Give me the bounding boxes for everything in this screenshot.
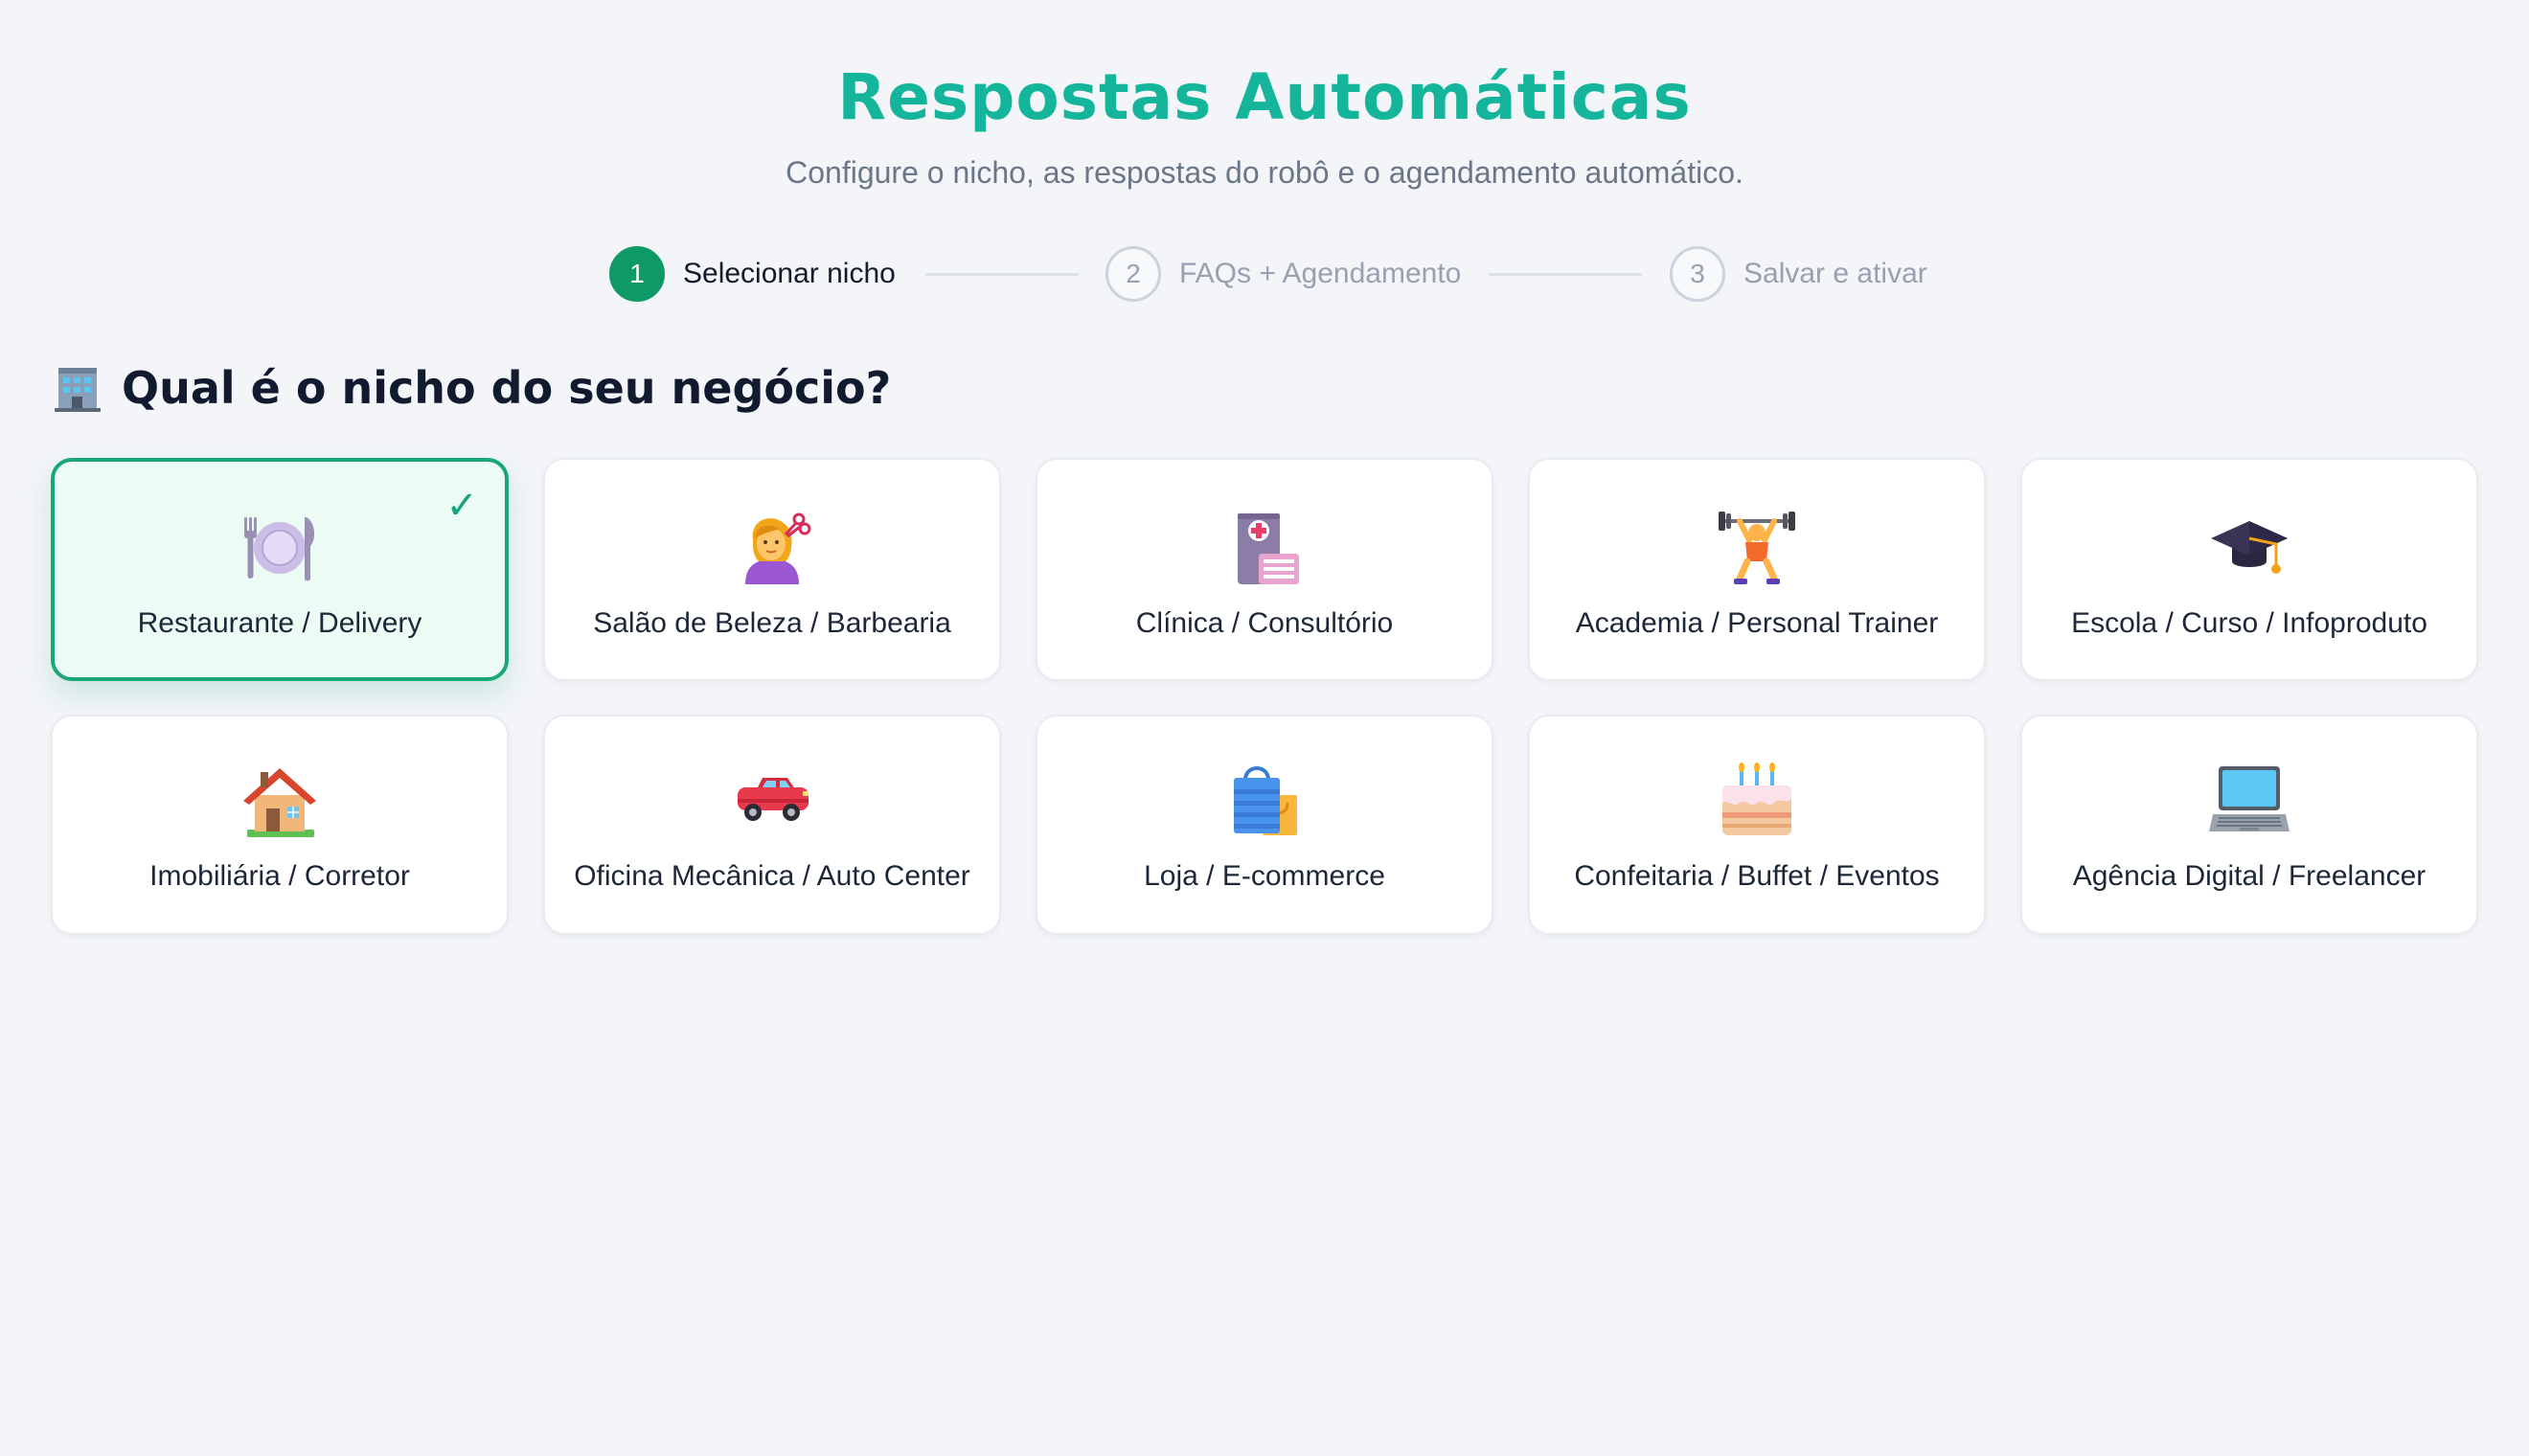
selected-check-icon: ✓ (445, 485, 478, 527)
haircut-icon (745, 512, 811, 584)
niche-card-imobiliaria[interactable]: Imobiliária / Corretor (51, 715, 509, 935)
page-subtitle: Configure o nicho, as respostas do robô … (786, 155, 1743, 190)
plate-cutlery-icon (244, 517, 315, 581)
step-connector-2 (1489, 273, 1642, 276)
niche-label: Restaurante / Delivery (137, 607, 422, 639)
section-title: Qual é o nicho do seu negócio? (53, 362, 891, 414)
car-icon (738, 778, 809, 821)
weightlifter-icon (1719, 512, 1795, 584)
niche-card-escola[interactable]: Escola / Curso / Infoproduto (2020, 458, 2478, 681)
step-label-save-activate: Salvar e ativar (1743, 258, 1927, 289)
niche-label: Salão de Beleza / Barbearia (593, 607, 951, 639)
niche-card-restaurante[interactable]: ✓ Restaurante / Delivery (51, 458, 509, 681)
step-number-2: 2 (1105, 246, 1161, 302)
niche-card-salao[interactable]: Salão de Beleza / Barbearia (543, 458, 1001, 681)
step-faqs-scheduling[interactable]: 2 FAQs + Agendamento (1105, 243, 1461, 305)
step-number-3: 3 (1670, 246, 1725, 302)
step-label-select-niche: Selecionar nicho (683, 258, 896, 289)
niche-label: Clínica / Consultório (1135, 607, 1394, 639)
niche-label: Academia / Personal Trainer (1575, 607, 1939, 639)
laptop-icon (2209, 766, 2290, 831)
step-number-1: 1 (609, 246, 665, 302)
office-building-icon (55, 368, 101, 412)
niche-card-agencia[interactable]: Agência Digital / Freelancer (2020, 715, 2478, 935)
niche-card-academia[interactable]: Academia / Personal Trainer (1528, 458, 1986, 681)
niche-label: Oficina Mecânica / Auto Center (574, 860, 970, 892)
niche-card-clinica[interactable]: Clínica / Consultório (1036, 458, 1493, 681)
step-select-niche[interactable]: 1 Selecionar nicho (609, 243, 896, 305)
page-title: Respostas Automáticas (837, 60, 1692, 134)
niche-grid: ✓ Restaurante / Delivery Salão de Beleza… (51, 458, 2479, 935)
step-save-activate[interactable]: 3 Salvar e ativar (1670, 243, 1927, 305)
niche-label: Imobiliária / Corretor (149, 860, 410, 892)
step-label-faqs-scheduling: FAQs + Agendamento (1179, 258, 1462, 289)
house-icon (243, 768, 316, 837)
graduation-cap-icon (2211, 521, 2288, 574)
section-title-text: Qual é o nicho do seu negócio? (122, 362, 892, 414)
niche-label: Confeitaria / Buffet / Eventos (1574, 860, 1940, 892)
niche-label: Escola / Curso / Infoproduto (2071, 607, 2427, 639)
page-header: Respostas Automáticas Configure o nicho,… (0, 59, 2529, 192)
niche-card-loja[interactable]: Loja / E-commerce (1036, 715, 1493, 935)
stepper: 1 Selecionar nicho 2 FAQs + Agendamento … (0, 243, 2529, 305)
niche-card-confeitaria[interactable]: Confeitaria / Buffet / Eventos (1528, 715, 1986, 935)
birthday-cake-icon (1722, 762, 1791, 835)
niche-label: Agência Digital / Freelancer (2072, 860, 2426, 892)
shopping-bags-icon (1234, 766, 1297, 835)
niche-card-oficina[interactable]: Oficina Mecânica / Auto Center (543, 715, 1001, 935)
hospital-icon (1238, 513, 1299, 584)
step-connector-1 (925, 273, 1079, 276)
niche-label: Loja / E-commerce (1144, 860, 1385, 892)
